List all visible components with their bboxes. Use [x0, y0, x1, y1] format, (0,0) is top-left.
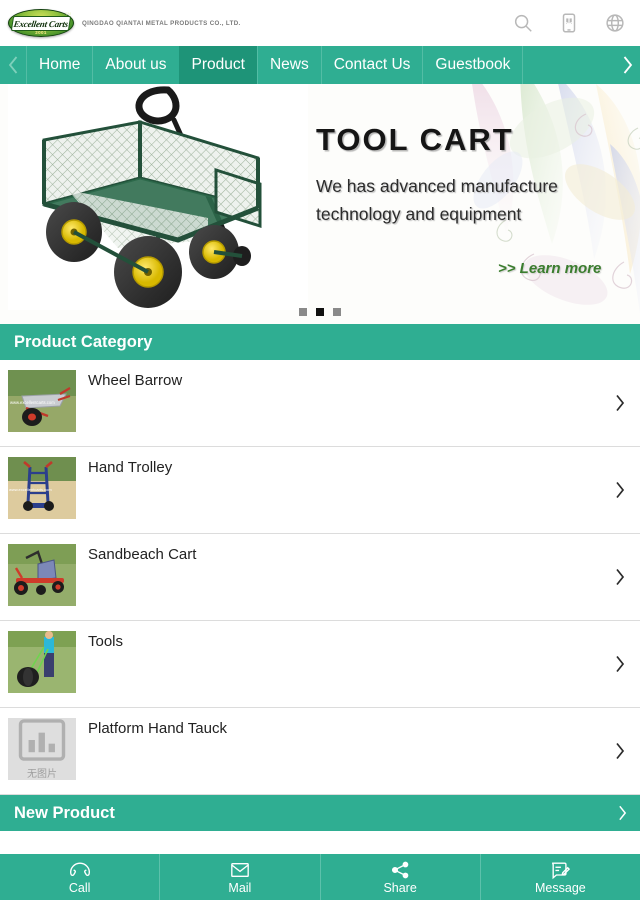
- nav-next-arrow-icon[interactable]: [614, 46, 640, 84]
- logo-inner-plate: Excellent Carts: [10, 15, 72, 31]
- list-item[interactable]: www.excellentcarts.com Hand Trolley: [0, 447, 640, 534]
- product-category-header: Product Category: [0, 324, 640, 360]
- nav-item-contact-us[interactable]: Contact Us: [320, 46, 423, 84]
- banner-subtitle-line-2: technology and equipment: [316, 204, 522, 224]
- nav-label: Home: [39, 56, 81, 73]
- brand-logo[interactable]: Excellent Carts 2001 TM QINGDAO QIANTAI …: [8, 9, 241, 37]
- picture-icon: [18, 719, 66, 761]
- banner-title: TOOL CART: [316, 122, 514, 157]
- trademark-icon: TM: [65, 11, 71, 16]
- bottom-action-label: Call: [68, 880, 91, 895]
- hero-banner[interactable]: TOOL CART We has advanced manufacture te…: [0, 84, 640, 324]
- search-icon[interactable]: [512, 12, 534, 34]
- chevron-right-icon[interactable]: [614, 394, 626, 413]
- bottom-action-mail[interactable]: Mail: [159, 854, 319, 900]
- main-navigation: Home About us Product News Contact Us Gu…: [0, 46, 640, 84]
- wheelbarrow-thumbnail: www.excellentcarts.com: [8, 370, 76, 432]
- list-item-label: Tools: [88, 633, 124, 650]
- bottom-action-message[interactable]: Message: [479, 854, 640, 900]
- bottom-action-label: Message: [535, 880, 586, 895]
- no-image-placeholder: 无图片: [8, 718, 76, 780]
- logo-wordmark: Excellent Carts: [13, 18, 69, 28]
- nav-item-news[interactable]: News: [256, 46, 321, 84]
- new-product-header[interactable]: New Product: [0, 795, 640, 831]
- company-name: QINGDAO QIANTAI METAL PRODUCTS CO., LTD.: [82, 19, 241, 27]
- svg-text:www.excellentcarts.com: www.excellentcarts.com: [10, 400, 55, 405]
- banner-text-block: TOOL CART We has advanced manufacture te…: [316, 122, 626, 228]
- product-category-title: Product Category: [14, 332, 153, 351]
- bottom-action-bar: Call Mail Share Message: [0, 854, 640, 900]
- header-icon-group: [512, 0, 626, 46]
- chevron-right-icon[interactable]: [614, 481, 626, 500]
- sandbeach-cart-thumbnail: [8, 544, 76, 606]
- page-root: Excellent Carts 2001 TM QINGDAO QIANTAI …: [0, 0, 640, 900]
- nav-label: Contact Us: [333, 56, 411, 73]
- hand-trolley-thumbnail: www.excellentcarts.com: [8, 457, 76, 519]
- nav-label: Guestbook: [435, 56, 511, 73]
- lawn-roller-thumbnail: [8, 631, 76, 693]
- envelope-icon: [231, 862, 249, 877]
- product-hero-image: [8, 84, 308, 310]
- nav-item-home[interactable]: Home: [26, 46, 92, 84]
- logo-badge: Excellent Carts 2001 TM: [8, 9, 74, 37]
- list-item-label: Hand Trolley: [88, 459, 173, 476]
- nav-label: News: [269, 56, 309, 73]
- logo-year: 2001: [35, 30, 47, 35]
- bottom-action-share[interactable]: Share: [319, 854, 480, 900]
- nav-spacer: [522, 46, 614, 84]
- carousel-dots: [0, 308, 640, 316]
- chevron-right-icon[interactable]: [617, 805, 628, 822]
- bottom-action-call[interactable]: Call: [0, 854, 159, 900]
- carousel-dot-1[interactable]: [299, 308, 307, 316]
- list-item-label: Sandbeach Cart: [88, 546, 197, 563]
- nav-item-product[interactable]: Product: [178, 46, 257, 84]
- site-header: Excellent Carts 2001 TM QINGDAO QIANTAI …: [0, 0, 640, 46]
- chevron-right-icon[interactable]: [614, 742, 626, 761]
- bottom-action-label: Share: [383, 880, 417, 895]
- nav-prev-arrow-icon[interactable]: [0, 46, 26, 84]
- mobile-download-icon[interactable]: [558, 12, 580, 34]
- product-category-list: www.excellentcarts.com Wheel Barrow www.…: [0, 360, 640, 795]
- banner-subtitle-line-1: We has advanced manufacture: [316, 176, 558, 196]
- carousel-dot-2[interactable]: [316, 308, 324, 316]
- banner-subtitle: We has advanced manufacture technology a…: [316, 172, 626, 228]
- share-icon: [392, 861, 409, 878]
- list-item-label: Platform Hand Tauck: [88, 720, 227, 737]
- list-item[interactable]: Sandbeach Cart: [0, 534, 640, 621]
- new-product-title: New Product: [14, 803, 115, 822]
- carousel-dot-3[interactable]: [333, 308, 341, 316]
- message-edit-icon: [552, 862, 571, 879]
- list-item[interactable]: 无图片 Platform Hand Tauck: [0, 708, 640, 795]
- nav-item-guestbook[interactable]: Guestbook: [422, 46, 522, 84]
- nav-label: Product: [191, 56, 245, 73]
- list-item-label: Wheel Barrow: [88, 372, 183, 389]
- bottom-action-label: Mail: [228, 880, 252, 895]
- chevron-right-icon[interactable]: [614, 568, 626, 587]
- nav-item-about-us[interactable]: About us: [92, 46, 178, 84]
- list-item[interactable]: www.excellentcarts.com Wheel Barrow: [0, 360, 640, 447]
- chevron-right-icon[interactable]: [614, 655, 626, 674]
- nav-label: About us: [105, 56, 167, 73]
- learn-more-link[interactable]: >> Learn more: [498, 260, 601, 277]
- globe-icon[interactable]: [604, 12, 626, 34]
- nav-item-list: Home About us Product News Contact Us Gu…: [26, 46, 614, 84]
- list-item[interactable]: Tools: [0, 621, 640, 708]
- svg-text:www.excellentcarts.com: www.excellentcarts.com: [9, 487, 52, 492]
- phone-icon: [69, 861, 90, 876]
- placeholder-text: 无图片: [27, 769, 57, 780]
